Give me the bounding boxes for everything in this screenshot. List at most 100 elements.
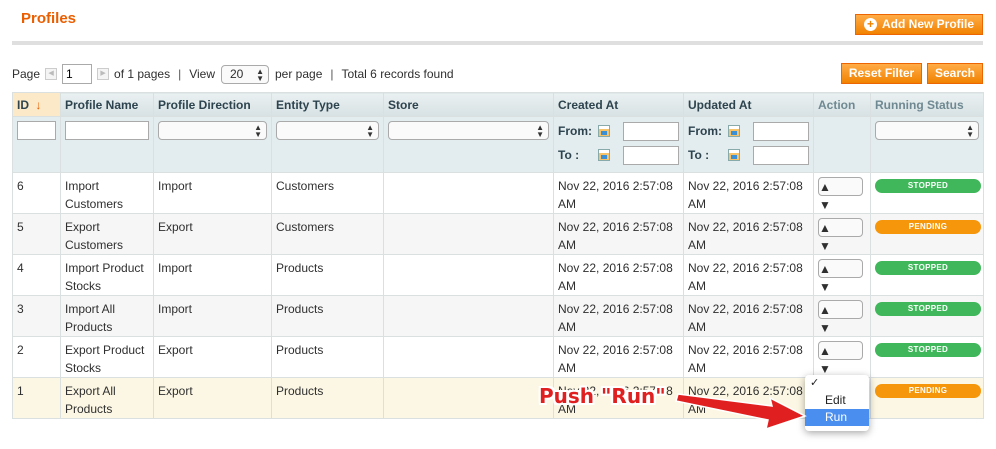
cell-profile-name: Import Customers [60, 172, 154, 214]
column-header-id[interactable]: ID ↓ [12, 92, 61, 117]
cell-created-at: Nov 22, 2016 2:57:08 AM [553, 172, 684, 214]
cell-id: 1 [12, 377, 61, 419]
cell-entity-type: Customers [271, 213, 384, 255]
id-filter-input[interactable] [17, 121, 56, 140]
created-to-input[interactable] [623, 145, 679, 165]
column-header-action: Action [813, 92, 871, 117]
per-page-select[interactable]: 20 ▲ ▼ [221, 64, 269, 84]
column-header-entity-type[interactable]: Entity Type [271, 92, 384, 117]
sort-arrow-icon: ↓ [35, 97, 42, 112]
cell-store [383, 254, 554, 296]
table-row[interactable]: 3 Import All Products Import Products No… [12, 295, 984, 337]
status-filter-select[interactable]: ▲ ▼ [875, 121, 979, 140]
table-row[interactable]: 6 Import Customers Import Customers Nov … [12, 172, 984, 214]
select-arrows-icon: ▲ ▼ [536, 123, 544, 139]
row-action-select[interactable]: ▲ ▼ [818, 259, 863, 294]
calendar-icon[interactable] [728, 125, 740, 137]
cell-store [383, 377, 554, 419]
next-page-icon[interactable]: ▶ [97, 68, 110, 80]
cell-direction: Export [153, 213, 272, 255]
search-button[interactable]: Search [927, 63, 983, 84]
updated-from-input[interactable] [753, 121, 809, 141]
entity-type-filter-select[interactable]: ▲ ▼ [276, 121, 379, 140]
cell-updated-at: Nov 22, 2016 2:57:08 AM [683, 254, 814, 296]
cell-profile-name: Import Product Stocks [60, 254, 154, 296]
created-from-label: From: [558, 124, 592, 138]
cell-direction: Import [153, 254, 272, 296]
cell-id: 5 [12, 213, 61, 255]
page-title: Profiles [21, 10, 77, 27]
cell-updated-at: Nov 22, 2016 2:57:08 AM [683, 295, 814, 337]
profile-name-filter-input[interactable] [65, 121, 149, 140]
calendar-icon[interactable] [598, 149, 610, 161]
calendar-icon[interactable] [728, 149, 740, 161]
cell-entity-type: Products [271, 377, 384, 419]
cell-store [383, 295, 554, 337]
cell-entity-type: Products [271, 295, 384, 337]
store-filter-select[interactable]: ▲ ▼ [388, 121, 549, 140]
pager-separator: | [330, 67, 334, 81]
action-filter-empty [813, 116, 871, 173]
cell-direction: Import [153, 172, 272, 214]
per-page-value: 20 [230, 66, 244, 81]
cell-store [383, 336, 554, 378]
page-input[interactable] [62, 64, 93, 84]
cell-store [383, 172, 554, 214]
cell-created-at: Nov 22, 2016 2:57:08 AM [553, 295, 684, 337]
pager-separator: | [178, 67, 182, 81]
status-badge: STOPPED [875, 179, 981, 193]
calendar-icon[interactable] [598, 125, 610, 137]
status-badge: PENDING [875, 384, 981, 398]
select-arrows-icon: ▲ ▼ [819, 180, 831, 212]
table-row[interactable]: 5 Export Customers Export Customers Nov … [12, 213, 984, 255]
page-header [12, 10, 983, 45]
cell-direction: Export [153, 336, 272, 378]
created-from-input[interactable] [623, 121, 679, 141]
direction-filter-select[interactable]: ▲ ▼ [158, 121, 267, 140]
column-header-store[interactable]: Store [383, 92, 554, 117]
row-action-select[interactable]: ▲ ▼ [818, 177, 863, 212]
cell-created-at: Nov 22, 2016 2:57:08 AM [553, 336, 684, 378]
total-records: Total 6 records found [341, 67, 454, 81]
cell-direction: Import [153, 295, 272, 337]
cell-profile-name: Export Product Stocks [60, 336, 154, 378]
column-header-running-status: Running Status [870, 92, 984, 117]
add-new-profile-button[interactable]: + Add New Profile [855, 14, 983, 35]
plus-icon: + [864, 18, 877, 31]
updated-to-input[interactable] [753, 145, 809, 165]
updated-from-label: From: [688, 124, 722, 138]
row-action-select[interactable]: ▲ ▼ [818, 218, 863, 253]
cell-updated-at: Nov 22, 2016 2:57:08 AM [683, 172, 814, 214]
select-arrows-icon: ▲ ▼ [819, 303, 831, 335]
dropdown-option-edit[interactable]: Edit [805, 392, 869, 409]
cell-entity-type: Customers [271, 172, 384, 214]
profiles-grid: ID ↓ Profile Name Profile Direction Enti… [12, 92, 984, 419]
row-action-select[interactable]: ▲ ▼ [818, 300, 863, 335]
cell-created-at: Nov 22, 2016 2:57:08 AM [553, 254, 684, 296]
reset-filter-button[interactable]: Reset Filter [841, 63, 922, 84]
of-pages-text: of 1 pages [114, 67, 171, 81]
cell-updated-at: Nov 22, 2016 2:57:08 AM [683, 336, 814, 378]
prev-page-icon[interactable]: ◀ [45, 68, 58, 80]
column-header-profile-name[interactable]: Profile Name [60, 92, 154, 117]
pager: Page ◀ ▶ of 1 pages | View 20 ▲▼ per pag… [12, 64, 454, 84]
row-action-select[interactable]: ▲ ▼ [818, 341, 863, 376]
select-arrows-icon: ▲ ▼ [366, 123, 374, 139]
table-row[interactable]: 4 Import Product Stocks Import Products … [12, 254, 984, 296]
dropdown-option-run[interactable]: Run [805, 409, 869, 426]
select-arrows-icon: ▲ ▼ [966, 123, 974, 139]
status-badge: PENDING [875, 220, 981, 234]
column-header-created-at[interactable]: Created At [553, 92, 684, 117]
cell-profile-name: Import All Products [60, 295, 154, 337]
cell-id: 6 [12, 172, 61, 214]
table-row[interactable]: 2 Export Product Stocks Export Products … [12, 336, 984, 378]
action-dropdown-menu: ✓ Edit Run [805, 375, 869, 431]
dropdown-option-blank[interactable]: ✓ [805, 375, 869, 392]
per-page-label: per page [275, 67, 323, 81]
cell-store [383, 213, 554, 255]
column-header-updated-at[interactable]: Updated At [683, 92, 814, 117]
select-arrows-icon: ▲ ▼ [819, 344, 831, 376]
column-header-profile-direction[interactable]: Profile Direction [153, 92, 272, 117]
select-arrows-icon: ▲ ▼ [819, 262, 831, 294]
select-arrows-icon: ▲ ▼ [819, 221, 831, 253]
